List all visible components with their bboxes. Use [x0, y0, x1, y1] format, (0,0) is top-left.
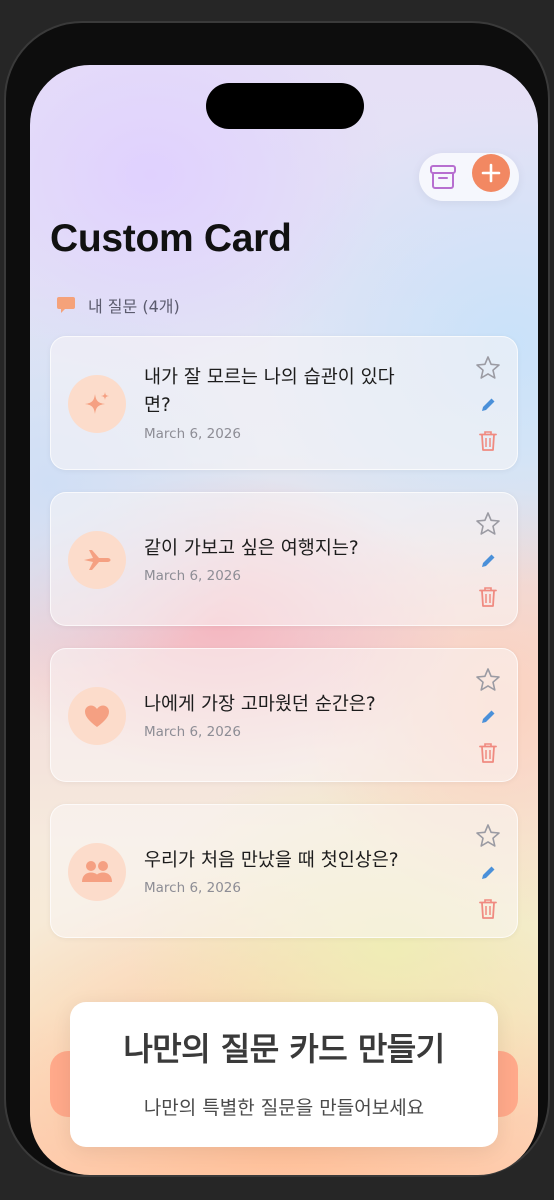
pencil-icon	[482, 554, 495, 567]
add-question-button[interactable]	[472, 154, 510, 192]
edit-button[interactable]	[471, 861, 505, 885]
phone-frame: Custom Card 내 질문 (4개) 내가 잘 모르는 나의 습관이 있다…	[4, 21, 550, 1177]
pencil-icon	[482, 710, 495, 723]
page-title: Custom Card	[50, 217, 292, 260]
archive-button[interactable]	[425, 153, 461, 201]
star-icon	[476, 824, 500, 847]
tooltip-title: 나만의 질문 카드 만들기	[123, 1030, 445, 1068]
question-card[interactable]: 우리가 처음 만났을 때 첫인상은? March 6, 2026	[50, 804, 518, 938]
edit-button[interactable]	[471, 705, 505, 729]
dynamic-island	[206, 83, 364, 129]
pencil-icon	[482, 398, 495, 411]
airplane-icon	[84, 550, 111, 570]
star-icon	[476, 356, 500, 379]
question-card[interactable]: 나에게 가장 고마웠던 순간은? March 6, 2026	[50, 648, 518, 782]
sparkles-icon	[85, 392, 109, 414]
card-date: March 6, 2026	[144, 568, 241, 584]
edit-button[interactable]	[471, 393, 505, 417]
star-icon	[476, 668, 500, 691]
favorite-button[interactable]	[471, 509, 505, 539]
delete-button[interactable]	[471, 583, 505, 611]
delete-button[interactable]	[471, 739, 505, 767]
card-icon-badge	[68, 843, 126, 901]
heart-icon	[85, 705, 109, 727]
card-question: 나에게 가장 고마웠던 순간은?	[144, 694, 376, 715]
card-question: 우리가 처음 만났을 때 첫인상은?	[144, 850, 399, 871]
trash-icon	[479, 743, 497, 763]
section-label: 내 질문 (4개)	[88, 297, 180, 316]
favorite-button[interactable]	[471, 821, 505, 851]
favorite-button[interactable]	[471, 353, 505, 383]
favorite-button[interactable]	[471, 665, 505, 695]
delete-button[interactable]	[471, 895, 505, 923]
card-date: March 6, 2026	[144, 880, 241, 896]
plus-icon	[481, 163, 501, 183]
people-icon	[82, 861, 112, 882]
card-icon-badge	[68, 375, 126, 433]
speech-bubble-icon	[57, 297, 75, 313]
edit-button[interactable]	[471, 549, 505, 573]
onboarding-tooltip: 나만의 질문 카드 만들기 나만의 특별한 질문을 만들어보세요	[70, 1002, 498, 1147]
card-icon-badge	[68, 687, 126, 745]
card-question: 같이 가보고 싶은 여행지는?	[144, 538, 359, 559]
trash-icon	[479, 431, 497, 451]
question-card[interactable]: 내가 잘 모르는 나의 습관이 있다면? March 6, 2026	[50, 336, 518, 470]
card-question: 내가 잘 모르는 나의 습관이 있다면?	[144, 367, 395, 416]
card-date: March 6, 2026	[144, 426, 241, 442]
card-date: March 6, 2026	[144, 724, 241, 740]
delete-button[interactable]	[471, 427, 505, 455]
trash-icon	[479, 587, 497, 607]
archive-box-icon	[430, 165, 456, 189]
star-icon	[476, 512, 500, 535]
tooltip-subtitle: 나만의 특별한 질문을 만들어보세요	[143, 1097, 425, 1119]
app-screen: Custom Card 내 질문 (4개) 내가 잘 모르는 나의 습관이 있다…	[30, 65, 538, 1175]
trash-icon	[479, 899, 497, 919]
question-card[interactable]: 같이 가보고 싶은 여행지는? March 6, 2026	[50, 492, 518, 626]
pencil-icon	[482, 866, 495, 879]
section-header: 내 질문 (4개)	[56, 293, 180, 317]
card-icon-badge	[68, 531, 126, 589]
